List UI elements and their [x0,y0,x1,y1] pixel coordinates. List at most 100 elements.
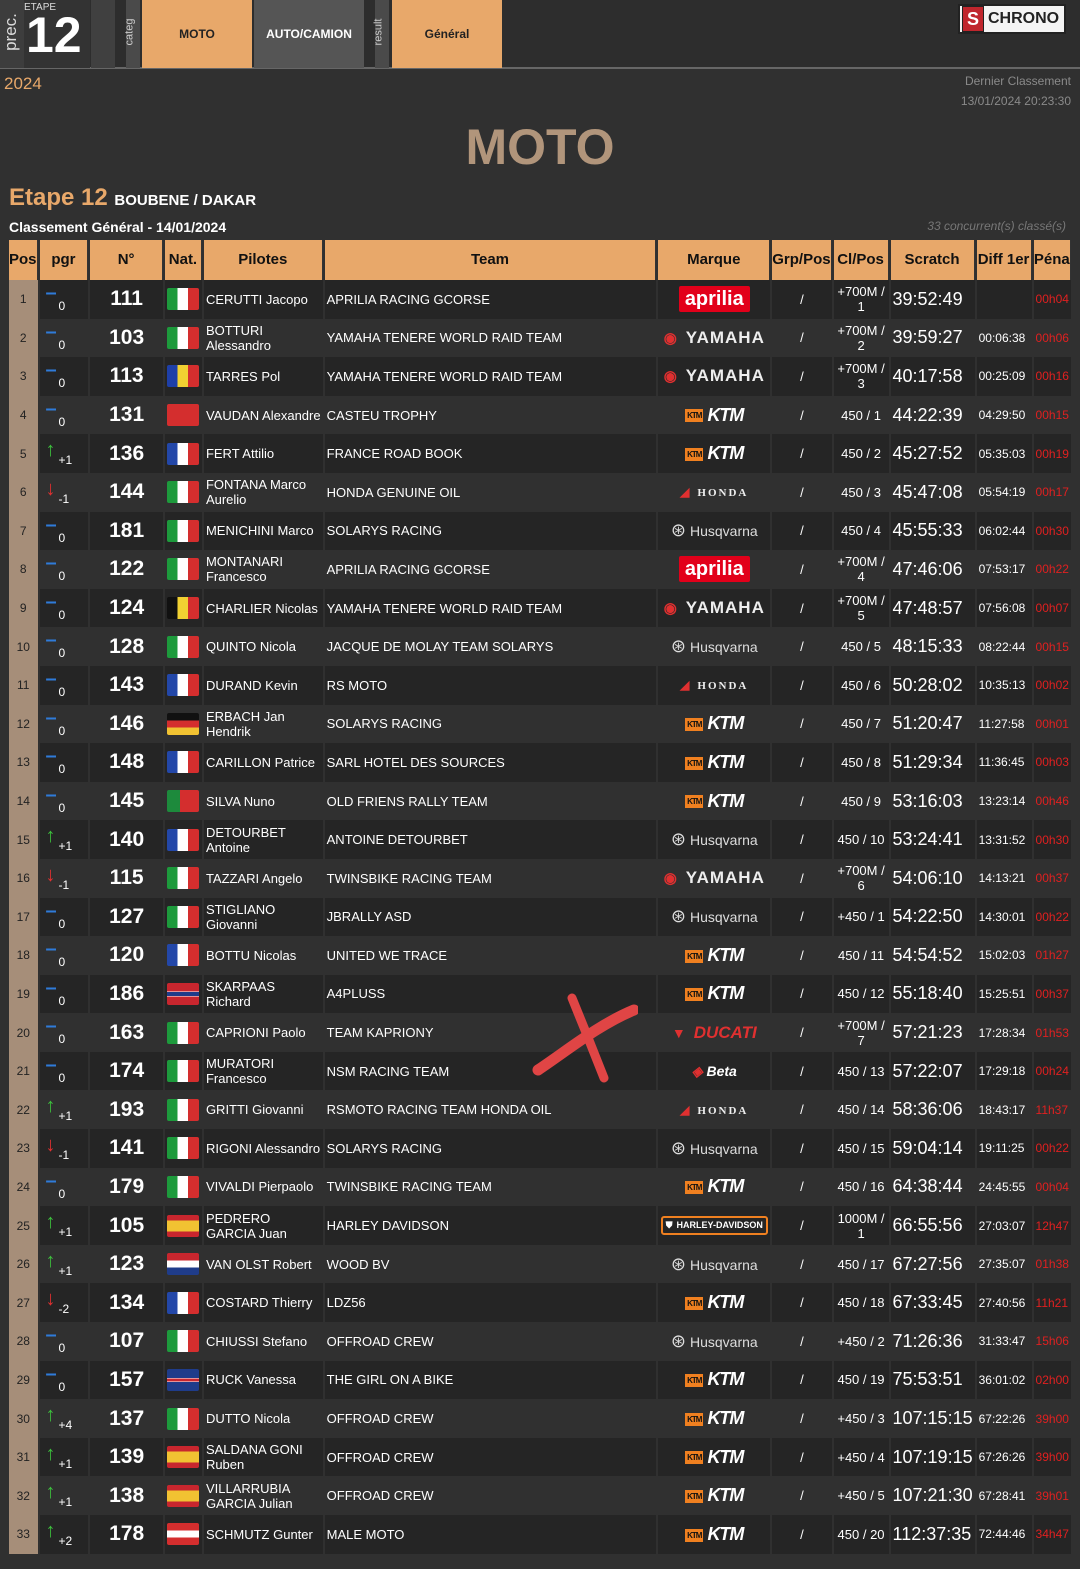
cell-pilot[interactable]: TARRES Pol [203,357,323,396]
table-row[interactable]: 33 ↑ +2 178 SCHMUTZ Gunter MALE MOTO KTM… [9,1515,1071,1554]
cell-number[interactable]: 122 [90,550,163,589]
table-row[interactable]: 14 – 0 145 SILVA Nuno OLD FRIENS RALLY T… [9,781,1071,821]
col-pilotes[interactable]: Pilotes [203,240,323,280]
col-team[interactable]: Team [324,240,657,280]
cell-pilot[interactable]: TAZZARI Angelo [203,858,323,898]
tab-auto-camion[interactable]: AUTO/CAMION [254,0,364,68]
cell-number[interactable]: 105 [90,1206,163,1245]
cell-pilot[interactable]: FONTANA Marco Aurelio [203,472,323,512]
tab-moto[interactable]: MOTO [142,0,252,68]
tab-general[interactable]: Général [392,0,502,68]
cell-number[interactable]: 131 [90,395,163,435]
table-row[interactable]: 1 – 0 111 CERUTTI Jacopo APRILIA RACING … [9,280,1071,319]
cell-pilot[interactable]: MONTANARI Francesco [203,550,323,589]
cell-number[interactable]: 140 [90,820,163,859]
cell-number[interactable]: 138 [90,1476,163,1515]
table-row[interactable]: 31 ↑ +1 139 SALDANA GONI Ruben OFFROAD C… [9,1437,1071,1477]
table-row[interactable]: 24 – 0 179 VIVALDI Pierpaolo TWINSBIKE R… [9,1167,1071,1207]
table-row[interactable]: 22 ↑ +1 193 GRITTI Giovanni RSMOTO RACIN… [9,1090,1071,1130]
cell-number[interactable]: 127 [90,897,163,937]
cell-number[interactable]: 157 [90,1360,163,1400]
cell-number[interactable]: 137 [90,1399,163,1438]
table-row[interactable]: 15 ↑ +1 140 DETOURBET Antoine ANTOINE DE… [9,820,1071,859]
cell-pilot[interactable]: FERT Attilio [203,434,323,473]
cell-pilot[interactable]: DURAND Kevin [203,665,323,705]
cell-number[interactable]: 111 [90,280,163,319]
col-scratch[interactable]: Scratch [890,240,975,280]
cell-pilot[interactable]: VIVALDI Pierpaolo [203,1167,323,1207]
cell-pilot[interactable]: MURATORI Francesco [203,1051,323,1091]
col-pena[interactable]: Péna [1033,240,1071,280]
cell-pilot[interactable]: COSTARD Thierry [203,1283,323,1323]
cell-pilot[interactable]: BOTTU Nicolas [203,936,323,975]
col-pos[interactable]: Pos [9,240,38,280]
table-row[interactable]: 9 – 0 124 CHARLIER Nicolas YAMAHA TENERE… [9,588,1071,628]
table-row[interactable]: 5 ↑ +1 136 FERT Attilio FRANCE ROAD BOOK… [9,434,1071,473]
cell-pilot[interactable]: VAN OLST Robert [203,1244,323,1284]
cell-number[interactable]: 120 [90,936,163,975]
table-row[interactable]: 32 ↑ +1 138 VILLARRUBIA GARCIA Julian OF… [9,1476,1071,1515]
table-row[interactable]: 8 – 0 122 MONTANARI Francesco APRILIA RA… [9,550,1071,589]
cell-pilot[interactable]: DUTTO Nicola [203,1399,323,1438]
cell-pilot[interactable]: BOTTURI Alessandro [203,318,323,358]
cell-number[interactable]: 128 [90,627,163,666]
etape-selector[interactable]: ETAPE 12 [24,0,90,68]
table-row[interactable]: 27 ↓ -2 134 COSTARD Thierry LDZ56 KTM / … [9,1283,1071,1323]
cell-number[interactable]: 179 [90,1167,163,1207]
cell-number[interactable]: 123 [90,1244,163,1284]
table-row[interactable]: 25 ↑ +1 105 PEDRERO GARCIA Juan HARLEY D… [9,1206,1071,1245]
col-marque[interactable]: Marque [658,240,771,280]
cell-number[interactable]: 181 [90,511,163,551]
cell-pilot[interactable]: CARILLON Patrice [203,743,323,782]
table-row[interactable]: 6 ↓ -1 144 FONTANA Marco Aurelio HONDA G… [9,472,1071,512]
cell-pilot[interactable]: SCHMUTZ Gunter [203,1515,323,1554]
table-row[interactable]: 21 – 0 174 MURATORI Francesco NSM RACING… [9,1051,1071,1091]
cell-number[interactable]: 146 [90,704,163,744]
table-row[interactable]: 20 – 0 163 CAPRIONI Paolo TEAM KAPRIONY … [9,1013,1071,1052]
cell-number[interactable]: 186 [90,974,163,1014]
col-diff[interactable]: Diff 1er [976,240,1032,280]
cell-pilot[interactable]: MENICHINI Marco [203,511,323,551]
cell-pilot[interactable]: QUINTO Nicola [203,627,323,666]
cell-number[interactable]: 144 [90,472,163,512]
cell-number[interactable]: 113 [90,357,163,396]
table-row[interactable]: 10 – 0 128 QUINTO Nicola JACQUE DE MOLAY… [9,627,1071,666]
cell-pilot[interactable]: CHARLIER Nicolas [203,588,323,628]
cell-number[interactable]: 163 [90,1013,163,1052]
table-row[interactable]: 12 – 0 146 ERBACH Jan Hendrik SOLARYS RA… [9,704,1071,744]
cell-pilot[interactable]: CHIUSSI Stefano [203,1322,323,1361]
table-row[interactable]: 13 – 0 148 CARILLON Patrice SARL HOTEL D… [9,743,1071,782]
cell-number[interactable]: 148 [90,743,163,782]
col-cl[interactable]: Cl/Pos [833,240,889,280]
cell-number[interactable]: 103 [90,318,163,358]
table-row[interactable]: 23 ↓ -1 141 RIGONI Alessandro SOLARYS RA… [9,1129,1071,1168]
table-row[interactable]: 19 – 0 186 SKARPAAS Richard A4PLUSS KTM … [9,974,1071,1014]
table-row[interactable]: 16 ↓ -1 115 TAZZARI Angelo TWINSBIKE RAC… [9,858,1071,898]
cell-pilot[interactable]: GRITTI Giovanni [203,1090,323,1130]
cell-number[interactable]: 107 [90,1322,163,1361]
table-row[interactable]: 7 – 0 181 MENICHINI Marco SOLARYS RACING… [9,511,1071,551]
cell-pilot[interactable]: CAPRIONI Paolo [203,1013,323,1052]
cell-number[interactable]: 145 [90,781,163,821]
cell-pilot[interactable]: SALDANA GONI Ruben [203,1437,323,1477]
table-row[interactable]: 29 – 0 157 RUCK Vanessa THE GIRL ON A BI… [9,1360,1071,1400]
cell-number[interactable]: 115 [90,858,163,898]
cell-pilot[interactable]: SKARPAAS Richard [203,974,323,1014]
table-row[interactable]: 2 – 0 103 BOTTURI Alessandro YAMAHA TENE… [9,318,1071,358]
table-row[interactable]: 3 – 0 113 TARRES Pol YAMAHA TENERE WORLD… [9,357,1071,396]
cell-number[interactable]: 193 [90,1090,163,1130]
cell-number[interactable]: 139 [90,1437,163,1477]
table-row[interactable]: 28 – 0 107 CHIUSSI Stefano OFFROAD CREW … [9,1322,1071,1361]
col-num[interactable]: N° [90,240,163,280]
prec-button[interactable]: prec. [0,0,24,68]
cell-pilot[interactable]: VAUDAN Alexandre [203,395,323,435]
table-row[interactable]: 26 ↑ +1 123 VAN OLST Robert WOOD BV Husq… [9,1244,1071,1284]
cell-number[interactable]: 141 [90,1129,163,1168]
cell-number[interactable]: 136 [90,434,163,473]
table-row[interactable]: 11 – 0 143 DURAND Kevin RS MOTO HONDA / … [9,665,1071,705]
cell-pilot[interactable]: ERBACH Jan Hendrik [203,704,323,744]
cell-pilot[interactable]: STIGLIANO Giovanni [203,897,323,937]
cell-number[interactable]: 174 [90,1051,163,1091]
table-row[interactable]: 18 – 0 120 BOTTU Nicolas UNITED WE TRACE… [9,936,1071,975]
cell-number[interactable]: 143 [90,665,163,705]
